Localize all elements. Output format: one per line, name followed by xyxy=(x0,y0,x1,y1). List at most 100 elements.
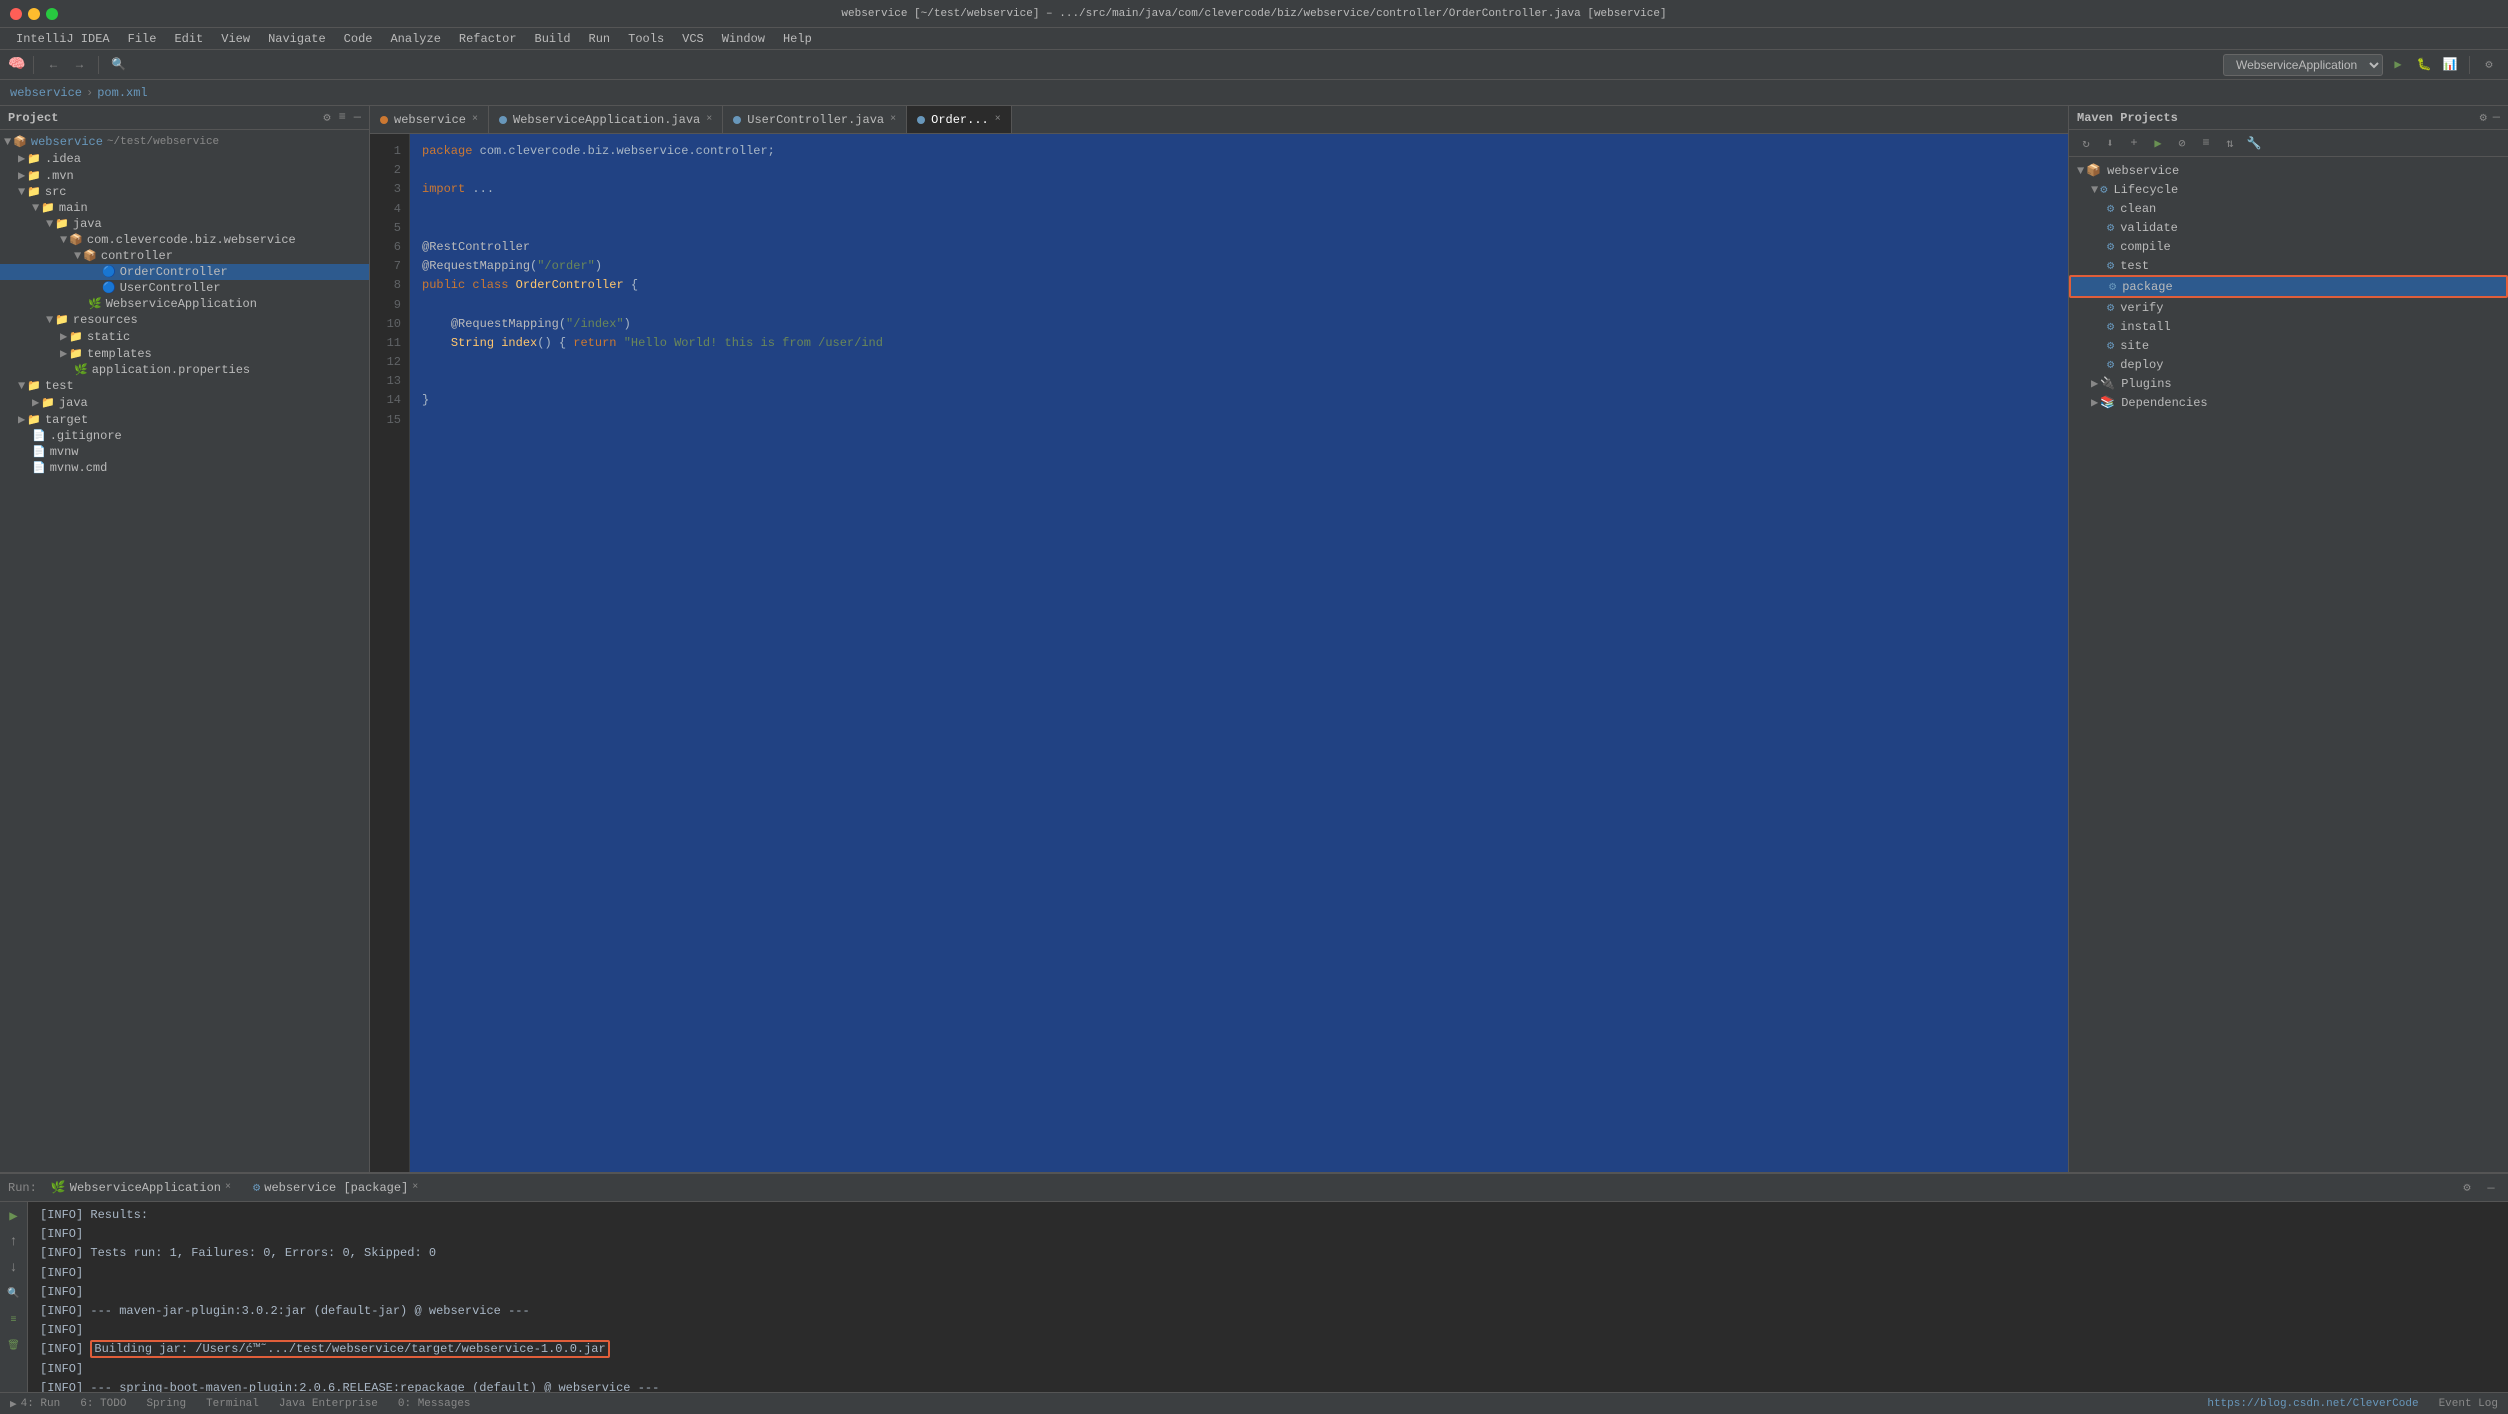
menu-item-analyze[interactable]: Analyze xyxy=(382,30,448,48)
maven-settings-btn[interactable]: 🔧 xyxy=(2245,134,2263,152)
tree-item-resources[interactable]: ▼ 📁 resources xyxy=(0,312,369,328)
settings-icon[interactable]: ⚙ xyxy=(2480,110,2487,125)
lifecycle-btn[interactable]: ≡ xyxy=(2197,134,2215,152)
run-tab-close[interactable]: × xyxy=(412,1182,418,1193)
maven-item-site[interactable]: ⚙ site xyxy=(2069,336,2508,355)
tree-item-webservice-root[interactable]: ▼ 📦 webservice ~/test/webservice xyxy=(0,134,369,150)
maven-item-install[interactable]: ⚙ install xyxy=(2069,317,2508,336)
tab-close-icon[interactable]: × xyxy=(995,114,1001,125)
minimize-button[interactable] xyxy=(28,8,40,20)
tree-item-gitignore[interactable]: 📄 .gitignore xyxy=(0,428,369,444)
gear-icon[interactable]: ⚙ xyxy=(323,110,330,125)
maven-item-test[interactable]: ⚙ test xyxy=(2069,256,2508,275)
run-minimize-icon[interactable]: — xyxy=(2482,1179,2500,1197)
run-coverage-button[interactable]: 📊 xyxy=(2439,54,2461,76)
tree-item-static[interactable]: ▶ 📁 static xyxy=(0,328,369,345)
status-todo[interactable]: 6: TODO xyxy=(80,1398,126,1410)
menu-item-refactor[interactable]: Refactor xyxy=(451,30,525,48)
maven-item-dependencies[interactable]: ▶ 📚 Dependencies xyxy=(2069,393,2508,412)
menu-item-window[interactable]: Window xyxy=(714,30,773,48)
tree-item-application-properties[interactable]: 🌿 application.properties xyxy=(0,362,369,378)
menu-item-tools[interactable]: Tools xyxy=(620,30,672,48)
menu-item-build[interactable]: Build xyxy=(527,30,579,48)
menu-item-run[interactable]: Run xyxy=(581,30,619,48)
tree-item-src[interactable]: ▼ 📁 src xyxy=(0,184,369,200)
menu-item-vcs[interactable]: VCS xyxy=(674,30,712,48)
tree-item-idea[interactable]: ▶ 📁 .idea xyxy=(0,150,369,167)
run-settings-icon[interactable]: ⚙ xyxy=(2458,1179,2476,1197)
tree-item-com-package[interactable]: ▼ 📦 com.clevercode.biz.webservice xyxy=(0,232,369,248)
tree-item-java[interactable]: ▼ 📁 java xyxy=(0,216,369,232)
run-button[interactable]: ▶ xyxy=(2387,54,2409,76)
run-config-selector[interactable]: WebserviceApplication xyxy=(2223,54,2383,76)
settings-button[interactable]: ⚙ xyxy=(2478,54,2500,76)
maven-item-compile[interactable]: ⚙ compile xyxy=(2069,237,2508,256)
toolbar-search[interactable]: 🔍 xyxy=(107,54,129,76)
maven-item-plugins[interactable]: ▶ 🔌 Plugins xyxy=(2069,374,2508,393)
add-maven-btn[interactable]: + xyxy=(2125,134,2143,152)
menu-item-navigate[interactable]: Navigate xyxy=(260,30,334,48)
maximize-button[interactable] xyxy=(46,8,58,20)
tab-close-icon[interactable]: × xyxy=(890,114,896,125)
status-event-log[interactable]: Event Log xyxy=(2439,1398,2498,1410)
menu-item-code[interactable]: Code xyxy=(336,30,381,48)
menu-item-edit[interactable]: Edit xyxy=(166,30,211,48)
tab-usercontroller[interactable]: UserController.java × xyxy=(723,106,907,133)
maven-item-package[interactable]: ⚙ package xyxy=(2069,275,2508,298)
scroll-down-btn[interactable]: ↓ xyxy=(4,1258,24,1278)
code-content[interactable]: package com.clevercode.biz.webservice.co… xyxy=(410,134,2068,1172)
tree-item-main[interactable]: ▼ 📁 main xyxy=(0,200,369,216)
tree-item-test-java[interactable]: ▶ 📁 java xyxy=(0,394,369,411)
refresh-maven-btn[interactable]: ↻ xyxy=(2077,134,2095,152)
menu-item-view[interactable]: View xyxy=(213,30,258,48)
tree-item-webserviceapp[interactable]: 🌿 WebserviceApplication xyxy=(0,296,369,312)
close-button[interactable] xyxy=(10,8,22,20)
tree-item-target[interactable]: ▶ 📁 target xyxy=(0,411,369,428)
menu-item-intellij-idea[interactable]: IntelliJ IDEA xyxy=(8,30,118,48)
tree-item-controller[interactable]: ▼ 📦 controller xyxy=(0,248,369,264)
maven-item-validate[interactable]: ⚙ validate xyxy=(2069,218,2508,237)
scroll-up-btn[interactable]: ↑ xyxy=(4,1232,24,1252)
run-tab-close[interactable]: × xyxy=(225,1182,231,1193)
minimize-panel-icon[interactable]: — xyxy=(354,110,361,125)
maven-item-webservice[interactable]: ▼ 📦 webservice xyxy=(2069,161,2508,180)
wrap-btn[interactable]: ≡ xyxy=(4,1310,24,1330)
run-maven-btn[interactable]: ▶ xyxy=(2149,134,2167,152)
tree-item-test[interactable]: ▼ 📁 test xyxy=(0,378,369,394)
maven-item-clean[interactable]: ⚙ clean xyxy=(2069,199,2508,218)
menu-item-help[interactable]: Help xyxy=(775,30,820,48)
skip-tests-btn[interactable]: ⊘ xyxy=(2173,134,2191,152)
layout-icon[interactable]: ≡ xyxy=(339,110,346,125)
code-editor[interactable]: 1 2 3 4 5 6 7 8 9 10 11 12 13 14 15 pack… xyxy=(370,134,2068,1172)
breadcrumb-webservice[interactable]: webservice xyxy=(10,86,82,100)
run-tab-package[interactable]: ⚙ webservice [package] × xyxy=(245,1178,426,1197)
tree-item-mvn[interactable]: ▶ 📁 .mvn xyxy=(0,167,369,184)
breadcrumb-pomxml[interactable]: pom.xml xyxy=(97,86,147,100)
tab-webservice[interactable]: webservice × xyxy=(370,106,489,133)
tab-ordercontroller[interactable]: Order... × xyxy=(907,106,1012,133)
tree-item-usercontroller[interactable]: 🔵 UserController xyxy=(0,280,369,296)
clear-btn[interactable]: 🗑 xyxy=(4,1336,24,1356)
status-spring[interactable]: Spring xyxy=(146,1398,186,1410)
maven-item-deploy[interactable]: ⚙ deploy xyxy=(2069,355,2508,374)
tab-close-icon[interactable]: × xyxy=(472,114,478,125)
status-messages[interactable]: 0: Messages xyxy=(398,1398,471,1410)
toolbar-forward[interactable]: → xyxy=(68,54,90,76)
tab-webserviceapp[interactable]: WebserviceApplication.java × xyxy=(489,106,723,133)
debug-button[interactable]: 🐛 xyxy=(2413,54,2435,76)
status-run[interactable]: ▶ 4: Run xyxy=(10,1397,60,1411)
run-tab-webserviceapp[interactable]: 🌿 WebserviceApplication × xyxy=(43,1178,239,1197)
status-url[interactable]: https://blog.csdn.net/CleverCode xyxy=(2207,1398,2418,1410)
status-terminal[interactable]: Terminal xyxy=(206,1398,259,1410)
toggle-btn[interactable]: ⇅ xyxy=(2221,134,2239,152)
filter-btn[interactable]: 🔍 xyxy=(4,1284,24,1304)
tree-item-templates[interactable]: ▶ 📁 templates xyxy=(0,345,369,362)
download-maven-btn[interactable]: ⬇ xyxy=(2101,134,2119,152)
tab-close-icon[interactable]: × xyxy=(706,114,712,125)
minimize-maven-icon[interactable]: — xyxy=(2493,110,2500,125)
maven-item-verify[interactable]: ⚙ verify xyxy=(2069,298,2508,317)
toolbar-back[interactable]: ← xyxy=(42,54,64,76)
status-java-enterprise[interactable]: Java Enterprise xyxy=(279,1398,378,1410)
tree-item-mvnw[interactable]: 📄 mvnw xyxy=(0,444,369,460)
maven-item-lifecycle[interactable]: ▼ ⚙ Lifecycle xyxy=(2069,180,2508,199)
